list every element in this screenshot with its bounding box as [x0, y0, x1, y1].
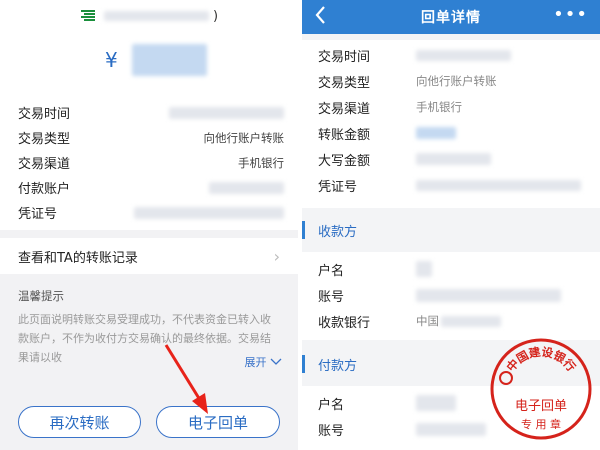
paren-close: )	[213, 8, 219, 24]
e-receipt-button[interactable]: 电子回单	[156, 406, 280, 438]
detail-row-channel: 交易渠道 手机银行	[18, 150, 284, 175]
detail-value: 向他行账户转账	[203, 130, 285, 145]
detail-row-time: 交易时间	[18, 100, 284, 125]
payee-row-bank: 收款银行 中国	[302, 308, 600, 334]
notice-text: 此页面说明转账交易受理成功，不代表资金已转入收款账户，不作为收付方交易确认的最终…	[18, 313, 271, 364]
row-value: 手机银行	[416, 100, 462, 114]
chevron-right-icon: ›	[273, 247, 280, 266]
payer-row-account: 账号	[302, 416, 600, 442]
amount-display: ¥	[105, 44, 207, 76]
receipt-row-type: 交易类型 向他行账户转账	[302, 68, 600, 94]
payee-section-header: 收款方	[302, 212, 600, 248]
row-value: 向他行账户转账	[416, 74, 497, 88]
payee-summary: )	[80, 6, 218, 26]
expand-label: 展开	[244, 356, 267, 369]
payer-row-name: 户名	[302, 390, 600, 416]
record-link-label: 查看和TA的转账记录	[18, 250, 138, 266]
redacted-payee-account	[416, 288, 561, 302]
redacted-time	[416, 49, 511, 61]
row-label: 户名	[318, 397, 345, 413]
row-label: 交易类型	[318, 75, 371, 91]
transfer-record-link[interactable]: 查看和TA的转账记录 ›	[0, 238, 298, 274]
row-value: 中国	[416, 313, 501, 329]
payer-section-header: 付款方	[302, 346, 600, 382]
payer-block: 户名 账号	[302, 386, 600, 450]
chevron-down-icon	[270, 356, 282, 369]
detail-label: 交易渠道	[18, 157, 71, 172]
payee-row-name: 户名	[302, 256, 600, 282]
redacted-time	[169, 106, 284, 119]
row-label: 交易时间	[318, 49, 371, 65]
detail-row-account: 付款账户	[18, 175, 284, 200]
detail-label: 交易类型	[18, 132, 71, 147]
section-accent-bar	[302, 221, 305, 239]
redacted-amount-words	[416, 153, 491, 165]
receipt-row-channel: 交易渠道 手机银行	[302, 94, 600, 120]
notice-title: 温馨提示	[18, 289, 64, 303]
receipt-row-amount-words: 大写金额	[302, 146, 600, 172]
receipt-header: 回单详情 •••	[302, 0, 600, 34]
row-label: 账号	[318, 423, 345, 439]
row-label: 交易渠道	[318, 101, 371, 117]
detail-label: 交易时间	[18, 107, 71, 122]
more-options-icon[interactable]: •••	[553, 4, 588, 25]
row-label: 凭证号	[318, 179, 358, 195]
postal-bank-logo-icon	[80, 9, 96, 23]
payee-row-account: 账号	[302, 282, 600, 308]
redacted-payee-name	[104, 11, 209, 21]
redacted-payee-name	[416, 261, 432, 277]
redacted-payer-account	[416, 422, 486, 436]
detail-label: 付款账户	[18, 182, 71, 197]
section-title: 付款方	[318, 358, 358, 374]
currency-symbol: ¥	[105, 48, 118, 72]
detail-row-voucher: 凭证号	[18, 200, 284, 225]
detail-value: 手机银行	[238, 155, 284, 170]
row-label: 户名	[318, 263, 345, 279]
bank-prefix: 中国	[416, 314, 439, 328]
receipt-row-amount: 转账金额	[302, 120, 600, 146]
notice-section: 温馨提示 此页面说明转账交易受理成功，不代表资金已转入收款账户，不作为收付方交易…	[0, 274, 298, 450]
section-accent-bar	[302, 355, 305, 373]
receipt-summary-block: 交易时间 交易类型 向他行账户转账 交易渠道 手机银行 转账金额 大写金额 凭证…	[302, 40, 600, 208]
redacted-amount	[416, 127, 456, 139]
redacted-amount	[131, 44, 207, 76]
receipt-detail-panel: 回单详情 ••• 交易时间 交易类型 向他行账户转账 交易渠道 手机银行 转账金…	[302, 0, 600, 450]
section-divider	[0, 230, 298, 238]
transaction-details: 交易时间 交易类型 向他行账户转账 交易渠道 手机银行 付款账户 凭证号	[18, 100, 284, 225]
detail-row-type: 交易类型 向他行账户转账	[18, 125, 284, 150]
redacted-bank-name	[441, 315, 501, 327]
page-title: 回单详情	[421, 10, 481, 26]
redacted-voucher	[416, 179, 581, 191]
transfer-again-button[interactable]: 再次转账	[18, 406, 141, 438]
expand-button[interactable]: 展开	[245, 354, 283, 370]
section-title: 收款方	[318, 224, 358, 240]
row-label: 账号	[318, 289, 345, 305]
row-label: 收款银行	[318, 315, 371, 331]
transfer-result-panel: ) ¥ 交易时间 交易类型 向他行账户转账 交易渠道 手机银行 付款账户 凭证号…	[0, 0, 298, 450]
redacted-voucher	[134, 206, 284, 219]
detail-label: 凭证号	[18, 207, 58, 222]
redacted-payer-name	[416, 395, 456, 411]
receipt-row-voucher: 凭证号	[302, 172, 600, 198]
receipt-row-time: 交易时间	[302, 42, 600, 68]
back-arrow-icon[interactable]	[314, 4, 326, 32]
row-label: 转账金额	[318, 127, 371, 143]
redacted-account	[209, 181, 284, 194]
payee-block: 户名 账号 收款银行 中国	[302, 252, 600, 340]
row-label: 大写金额	[318, 153, 371, 169]
